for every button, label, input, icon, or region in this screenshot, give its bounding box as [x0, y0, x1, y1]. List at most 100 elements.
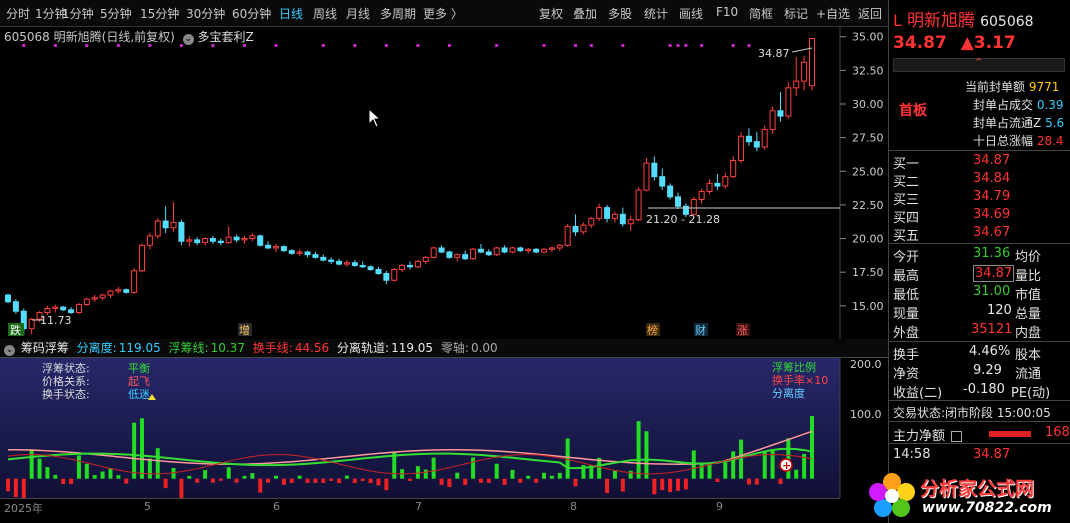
- sub-bar: [620, 478, 625, 492]
- stat-turnover: 换手 4.46% 股本: [893, 344, 1042, 363]
- candle-body: [611, 213, 618, 219]
- signal-dot: [700, 44, 704, 47]
- tool-f10[interactable]: F10: [716, 5, 738, 19]
- stock-change: ▲3.17: [960, 33, 1016, 53]
- period-1min-b[interactable]: 1分钟: [62, 5, 94, 22]
- candle-body: [304, 251, 311, 256]
- price-tick-label: 25.00: [852, 165, 884, 178]
- period-60min[interactable]: 60分钟: [232, 5, 271, 22]
- stat-eps: 收益(二) -0.180 PE(动): [893, 382, 1051, 401]
- fenli-label: 分离度:: [76, 341, 117, 355]
- candle-body: [541, 248, 547, 253]
- indicator-name[interactable]: 筹码浮筹: [21, 341, 69, 355]
- tool-add-watch[interactable]: +自选: [816, 5, 850, 22]
- sub-chart[interactable]: 200.0 100.0 浮筹状态: 价格关系: 换手状态: 平衡 起飞 低迷 浮…: [0, 358, 888, 498]
- candle-body: [75, 303, 82, 314]
- sub-bar: [431, 457, 436, 479]
- signal-dot: [574, 44, 578, 47]
- fuchou-value: 10.37: [210, 341, 245, 355]
- sub-bar: [573, 478, 578, 487]
- candle-body: [115, 289, 122, 292]
- sub-bar: [163, 478, 168, 489]
- marker-zhang-label: 涨: [737, 324, 748, 337]
- bid-row-4[interactable]: 买五 34.67: [893, 225, 1010, 244]
- candle-body: [217, 240, 224, 244]
- candle-body: [667, 185, 674, 198]
- period-15min[interactable]: 15分钟: [140, 5, 179, 22]
- sub-bar: [203, 470, 208, 479]
- candle-body: [328, 259, 335, 262]
- sub-label-fuchou: 浮筹状态:: [42, 361, 90, 375]
- price-chart[interactable]: 35.00 32.50 30.00 27.50 25.00 22.50 20.00 17.50…: [0, 26, 888, 339]
- price-tick-label: 30.00: [852, 98, 884, 111]
- sub-bar: [274, 475, 278, 479]
- candle-body: [533, 248, 540, 253]
- tool-back[interactable]: 返回: [858, 5, 882, 22]
- bid-row-0[interactable]: 买一 34.87: [893, 153, 1010, 172]
- sub-bar: [810, 416, 814, 479]
- marker-die-label: 跌: [10, 323, 21, 337]
- candle-body: [604, 207, 611, 219]
- sub-bar: [226, 467, 231, 479]
- fuchou-label: 浮筹线:: [168, 341, 209, 355]
- main-net-row[interactable]: 主力净额 168: [893, 425, 1070, 444]
- signal-dot: [85, 44, 89, 47]
- period-weekly[interactable]: 周线: [313, 5, 337, 22]
- sub-bar: [376, 478, 381, 486]
- candle-body: [83, 298, 90, 305]
- price-tick-label: 32.50: [852, 64, 884, 77]
- sub-bar: [542, 472, 546, 479]
- sub-bar: [408, 478, 412, 481]
- sub-bar: [195, 478, 200, 483]
- candle-body: [107, 290, 114, 296]
- period-daily[interactable]: 日线: [279, 5, 303, 22]
- stock-code: 605068: [980, 14, 1034, 30]
- tool-multistock[interactable]: 多股: [608, 5, 632, 22]
- signal-dot: [447, 44, 451, 47]
- stat-netasset: 净资 9.29 流通: [893, 363, 1042, 382]
- candle-body: [186, 239, 193, 242]
- bid-row-1[interactable]: 买二 34.84: [893, 171, 1010, 190]
- candle-body: [336, 260, 343, 265]
- price-tick-label: 17.50: [852, 266, 884, 279]
- collapse-button[interactable]: ⌃: [893, 56, 1065, 72]
- indicator-bar: ⌄ 筹码浮筹 分离度: 119.05 浮筹线: 10.37 换手线: 44.56 分离…: [0, 339, 888, 357]
- period-30min[interactable]: 30分钟: [186, 5, 225, 22]
- candle-body: [288, 250, 295, 254]
- tool-simple[interactable]: 简框: [749, 5, 773, 22]
- sub-bar: [739, 439, 744, 479]
- tool-overlay[interactable]: 叠加: [573, 5, 597, 22]
- period-more[interactable]: 更多 〉: [423, 5, 463, 22]
- candle-body: [493, 247, 500, 256]
- signal-dot: [353, 44, 357, 47]
- guidao-label: 分离轨道:: [337, 341, 390, 355]
- indicator-toggle-icon[interactable]: ⌄: [4, 345, 15, 356]
- candle-body: [52, 306, 59, 310]
- sub-bar: [557, 472, 562, 479]
- period-5min[interactable]: 5分钟: [100, 5, 132, 22]
- period-toolbar: 分时 1分钟 1分钟 5分钟 15分钟 30分钟 60分钟 日线 周线 月线 多…: [0, 0, 888, 27]
- xaxis-label-9: 9: [716, 500, 723, 513]
- low-annotation: 11.73: [40, 314, 72, 327]
- period-multi[interactable]: 多周期: [380, 5, 416, 22]
- candle-body: [367, 266, 374, 270]
- sub-bar: [45, 467, 50, 479]
- huanshou-label: 换手线:: [252, 341, 293, 355]
- bid-row-3[interactable]: 买四 34.69: [893, 207, 1010, 226]
- sub-bar: [116, 475, 121, 479]
- xaxis-label-2025: 2025年: [4, 502, 43, 515]
- tool-mark[interactable]: 标记: [784, 5, 808, 22]
- period-monthly[interactable]: 月线: [346, 5, 370, 22]
- candle-body: [209, 238, 216, 242]
- bid-row-2[interactable]: 买三 34.79: [893, 189, 1010, 208]
- candle-body: [627, 219, 634, 225]
- tool-fuquan[interactable]: 复权: [539, 5, 563, 22]
- candle-body: [12, 301, 19, 312]
- candle-body: [233, 236, 240, 241]
- candle-body: [91, 297, 98, 300]
- candle-body: [477, 248, 484, 253]
- tool-draw[interactable]: 画线: [679, 5, 703, 22]
- stock-price: 34.87: [893, 33, 947, 53]
- period-fenshi[interactable]: 分时: [6, 5, 30, 22]
- tool-stats[interactable]: 统计: [644, 5, 668, 22]
